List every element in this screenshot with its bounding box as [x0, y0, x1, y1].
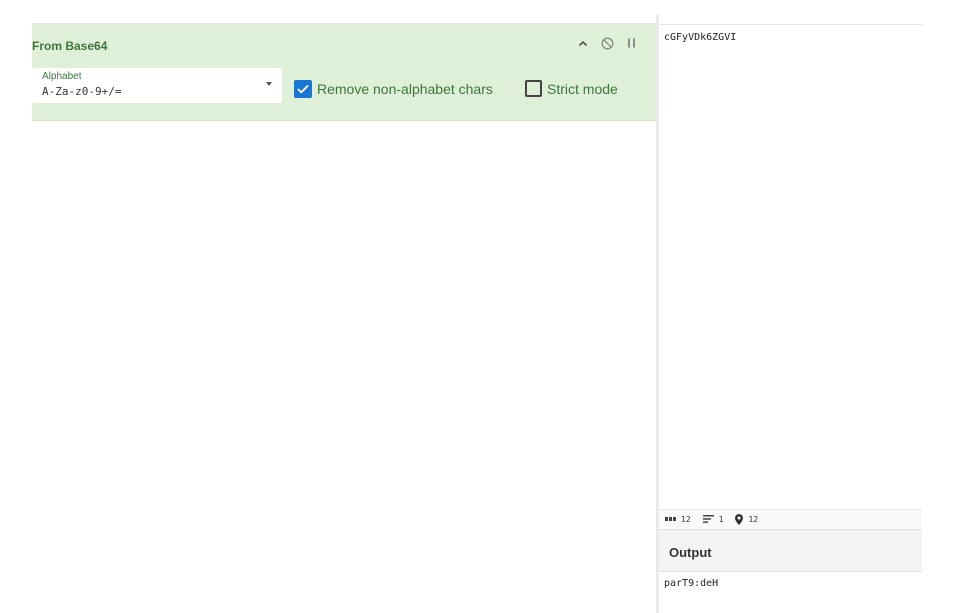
- char-count: 12: [665, 515, 691, 524]
- cursor-position-value: 12: [748, 514, 759, 524]
- recipe-panel: From Base64 Alphabet A-Za-z0-9+/= Remove…: [32, 0, 656, 613]
- strict-mode-checkbox[interactable]: Strict mode: [525, 80, 618, 97]
- pause-icon[interactable]: [624, 35, 638, 51]
- strict-mode-label: Strict mode: [547, 80, 618, 97]
- output-text[interactable]: parT9:deH: [664, 578, 718, 589]
- remove-non-alphabet-label: Remove non-alphabet chars: [317, 81, 493, 97]
- alphabet-value: A-Za-z0-9+/=: [42, 85, 122, 98]
- caret-down-icon: [266, 82, 272, 86]
- input-top-border: [659, 24, 922, 25]
- operation-title: From Base64: [32, 39, 108, 53]
- input-text[interactable]: cGFyVDk6ZGVI: [664, 32, 736, 43]
- checkbox-checked-icon[interactable]: [294, 80, 312, 98]
- lines-icon: [702, 515, 714, 523]
- alphabet-label: Alphabet: [42, 71, 82, 82]
- operation-from-base64[interactable]: From Base64 Alphabet A-Za-z0-9+/= Remove…: [32, 24, 656, 121]
- operation-controls: [576, 35, 638, 51]
- line-count: 1: [702, 514, 724, 524]
- io-panel: cGFyVDk6ZGVI 12 1 12 Output parT9:deH: [659, 0, 922, 613]
- output-title: Output: [669, 545, 712, 560]
- input-status-bar: 12 1 12: [659, 509, 922, 528]
- char-count-value: 12: [681, 514, 691, 524]
- alphabet-select[interactable]: Alphabet A-Za-z0-9+/=: [32, 68, 282, 103]
- cursor-position: 12: [735, 513, 759, 525]
- disable-icon[interactable]: [600, 35, 614, 51]
- location-pin-icon: [735, 513, 744, 525]
- output-header: Output: [659, 529, 922, 572]
- chevron-up-icon[interactable]: [576, 35, 590, 51]
- remove-non-alphabet-checkbox[interactable]: Remove non-alphabet chars: [294, 80, 493, 98]
- abc-icon: [665, 517, 676, 521]
- line-count-value: 1: [718, 514, 724, 524]
- checkbox-unchecked-icon[interactable]: [525, 80, 542, 97]
